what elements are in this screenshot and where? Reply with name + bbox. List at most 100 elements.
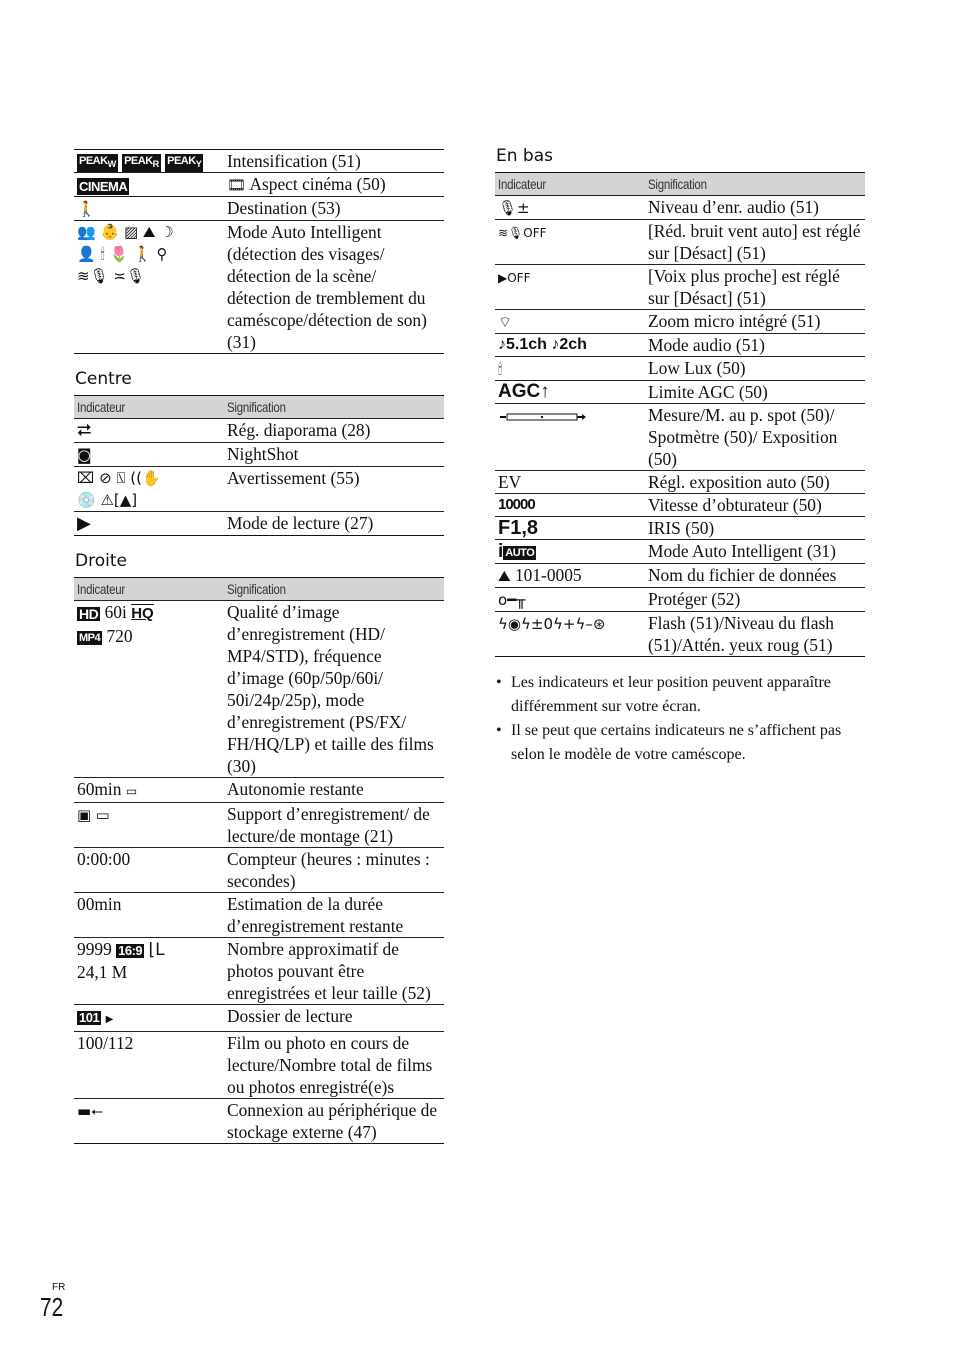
wind-mic-icon: ≋🎙	[77, 267, 109, 285]
meaning-cell: Qualité d’image d’enregistrement (HD/ MP…	[224, 600, 444, 778]
indicator-cell: HD 60i HQ MP4 720	[74, 600, 224, 778]
wind-noise-off-icon: ≋🎙OFF	[498, 226, 547, 240]
meaning-cell: Low Lux (50)	[645, 356, 865, 381]
meaning-cell: Mode audio (51)	[645, 333, 865, 357]
table-row: 🎙± Niveau d’enr. audio (51)	[495, 195, 865, 220]
table-row: 9999 16:9 ⌊L 24,1 M Nombre approximatif …	[74, 937, 444, 1005]
indicator-cell: ♪5.1ch ♪2ch	[495, 333, 645, 357]
aspect-ratio-badge: 16:9	[116, 943, 145, 958]
hd-quality-icon: HD	[77, 606, 101, 622]
file-name-text: 101-0005	[514, 565, 582, 585]
meaning-cell: Rég. diaporama (28)	[224, 418, 444, 443]
alert-icon: ⚠	[100, 491, 114, 509]
indicator-cell: 9999 16:9 ⌊L 24,1 M	[74, 937, 224, 1005]
table-row: ▶ Mode de lecture (27)	[74, 511, 444, 536]
photo-file-icon: ⛰	[498, 567, 511, 585]
meaning-cell: Estimation de la durée d’enregistrement …	[224, 892, 444, 938]
flash-off-icon: ⊛	[592, 615, 606, 633]
meter-scale-icon	[500, 413, 586, 421]
notes-list: Les indicateurs et leur position peuvent…	[495, 671, 865, 767]
indicator-cell: ◙	[74, 442, 224, 467]
film-frame-icon: 🎞	[227, 176, 247, 194]
indicator-cell: ϟ◉ϟ±0ϟ+ϟ–⊛	[495, 611, 645, 657]
nightshot-icon: ◙	[77, 446, 92, 464]
image-size-text: 24,1 M	[77, 962, 128, 982]
indicator-cell: ⛰ 101-0005	[495, 563, 645, 588]
destination-traveler-icon: 🚶	[77, 200, 96, 218]
indicator-cell: 👥 👶 ▨ ⛰ ☽ 👤 🕯 🌷 🚶 ⚲ ≋🎙 ≍🎙	[74, 220, 224, 354]
table-row: CINEMA 🎞 Aspect cinéma (50)	[74, 172, 444, 197]
droite-table: Indicateur Signification HD 60i HQ MP4 72…	[74, 577, 444, 1144]
memory-card-icon: ▭	[95, 806, 110, 824]
landscape-icon: ⛰	[142, 223, 156, 241]
indicator-cell: ≋🎙OFF	[495, 219, 645, 265]
indicator-cell: 0:00:00	[74, 847, 224, 893]
indicator-cell: i AUTO	[495, 539, 645, 564]
table-row: AGC↑ Limite AGC (50)	[495, 380, 865, 404]
flash-minus-icon: ϟ–	[575, 615, 593, 633]
table-row: 100/112 Film ou photo en cours de lectur…	[74, 1031, 444, 1099]
table-row: ◙ NightShot	[74, 442, 444, 467]
card-warning-icon: ⍂	[116, 469, 126, 487]
meaning-cell: Régl. exposition auto (50)	[645, 470, 865, 494]
indicator-cell: EV	[495, 470, 645, 494]
meaning-cell: Zoom micro intégré (51)	[645, 309, 865, 334]
play-icon: ▶	[77, 513, 91, 534]
header-meaning: Signification	[645, 172, 865, 196]
camera-shake-warning-icon: ((✋	[130, 469, 161, 487]
baby-icon: 👶	[100, 223, 120, 241]
indicator-cell: ▣ ▭	[74, 802, 224, 848]
low-light-icon: 🕯	[100, 245, 105, 263]
meaning-cell: Niveau d’enr. audio (51)	[645, 195, 865, 220]
indicator-cell: 🕯	[495, 356, 645, 381]
header-indicator: Indicateur	[74, 577, 224, 601]
image-size-large-icon: ⌊L	[148, 940, 165, 960]
intelligent-auto-icon: AUTO	[503, 546, 537, 560]
table-row: ⮂ Rég. diaporama (28)	[74, 418, 444, 443]
flash-level-0-icon: ϟ±0	[521, 615, 554, 633]
backlight-icon: ▨	[123, 223, 139, 241]
table-row: 00min Estimation de la durée d’enregistr…	[74, 892, 444, 938]
battery-level-icon: ▭	[125, 784, 138, 798]
red-eye-icon: ◉	[507, 615, 521, 633]
table-row: ▣ ▭ Support d’enregistrement/ de lecture…	[74, 802, 444, 848]
indicator-cell: 🎙±	[495, 195, 645, 220]
indicator-cell: 00min	[74, 892, 224, 938]
note-item: Les indicateurs et leur position peuvent…	[495, 671, 865, 719]
page-footer: FR 72	[40, 1283, 69, 1322]
peak-white-icon: PEAKW	[77, 154, 118, 172]
hq-mode-icon: HQ	[131, 605, 154, 622]
meaning-text: Aspect cinéma (50)	[249, 174, 386, 194]
meaning-cell: Protéger (52)	[645, 587, 865, 612]
table-row: Mesure/M. au p. spot (50)/ Spotmètre (50…	[495, 403, 865, 471]
peak-red-icon: PEAKR	[122, 154, 161, 172]
indicator-cell: 🚶	[74, 196, 224, 221]
memory-card-eject-icon: [▲]	[113, 491, 138, 509]
indicator-cell: CINEMA	[74, 172, 224, 197]
note-item: Il se peut que certains indicateurs ne s…	[495, 719, 865, 767]
indicator-cell: ⌧ ⊘ ⍂ ((✋ 💿 ⚠[▲]	[74, 466, 224, 512]
table-row: 👥 👶 ▨ ⛰ ☽ 👤 🕯 🌷 🚶 ⚲ ≋🎙 ≍🎙 Mode Auto Inte…	[74, 220, 444, 354]
centre-table: Indicateur Signification ⮂ Rég. diaporama…	[74, 395, 444, 536]
left-column: PEAKW PEAKR PEAKY Intensification (51) C…	[74, 149, 444, 1158]
protect-key-icon: o━╥	[498, 591, 526, 609]
battery-warning-icon: ⌧	[77, 469, 95, 487]
table-row: ▶OFF [Voix plus proche] est réglé sur [D…	[495, 264, 865, 310]
portrait-icon: 👥	[77, 223, 96, 241]
header-meaning: Signification	[224, 577, 444, 601]
cinema-icon: CINEMA	[77, 177, 130, 195]
table-row: 60min ▭ Autonomie restante	[74, 777, 444, 803]
indicator-cell	[495, 403, 645, 471]
indicator-cell: ▶OFF	[495, 264, 645, 310]
table-row: ≋🎙OFF [Réd. bruit vent auto] est réglé s…	[495, 219, 865, 265]
table-row: 0:00:00 Compteur (heures : minutes : sec…	[74, 847, 444, 893]
movie-size-text: 720	[106, 626, 133, 646]
meaning-cell: 🎞 Aspect cinéma (50)	[224, 172, 444, 197]
table-row: EV Régl. exposition auto (50)	[495, 470, 865, 494]
meaning-cell: Dossier de lecture	[224, 1004, 444, 1032]
table-row: ⛰ 101-0005 Nom du fichier de données	[495, 563, 865, 588]
peak-yellow-icon: PEAKY	[165, 154, 204, 172]
walking-icon: 🚶	[132, 245, 152, 263]
table-row: ϟ◉ϟ±0ϟ+ϟ–⊛ Flash (51)/Niveau du flash (5…	[495, 611, 865, 657]
table-row: PEAKW PEAKR PEAKY Intensification (51)	[74, 149, 444, 173]
